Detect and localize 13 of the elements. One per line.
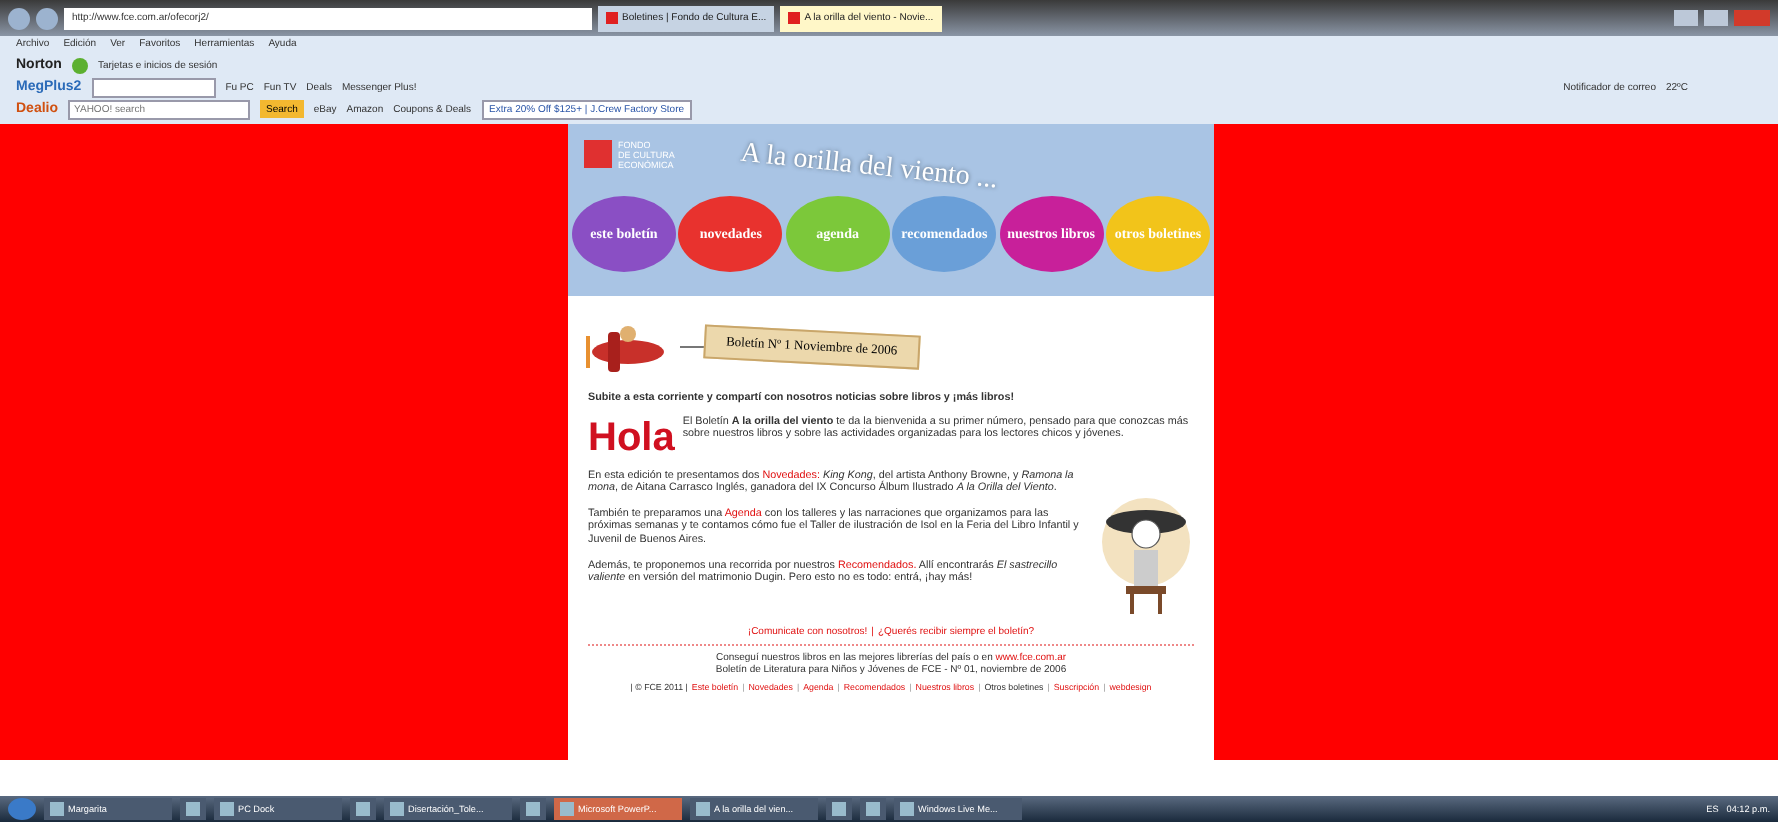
logo-icon <box>584 140 612 168</box>
search-field[interactable] <box>91 77 216 97</box>
greeting-text: Hola <box>588 415 675 460</box>
newsletter-title: A la orilla del viento ... <box>739 138 1000 198</box>
taskbar-button[interactable] <box>350 798 376 820</box>
start-button[interactable] <box>8 798 36 820</box>
taskbar-button[interactable] <box>826 798 852 820</box>
taskbar-button[interactable] <box>860 798 886 820</box>
back-button[interactable] <box>8 7 30 29</box>
girl-illustration <box>1098 493 1194 618</box>
taskbar-button[interactable] <box>180 798 206 820</box>
taskbar-button[interactable] <box>520 798 546 820</box>
forward-button[interactable] <box>36 7 58 29</box>
